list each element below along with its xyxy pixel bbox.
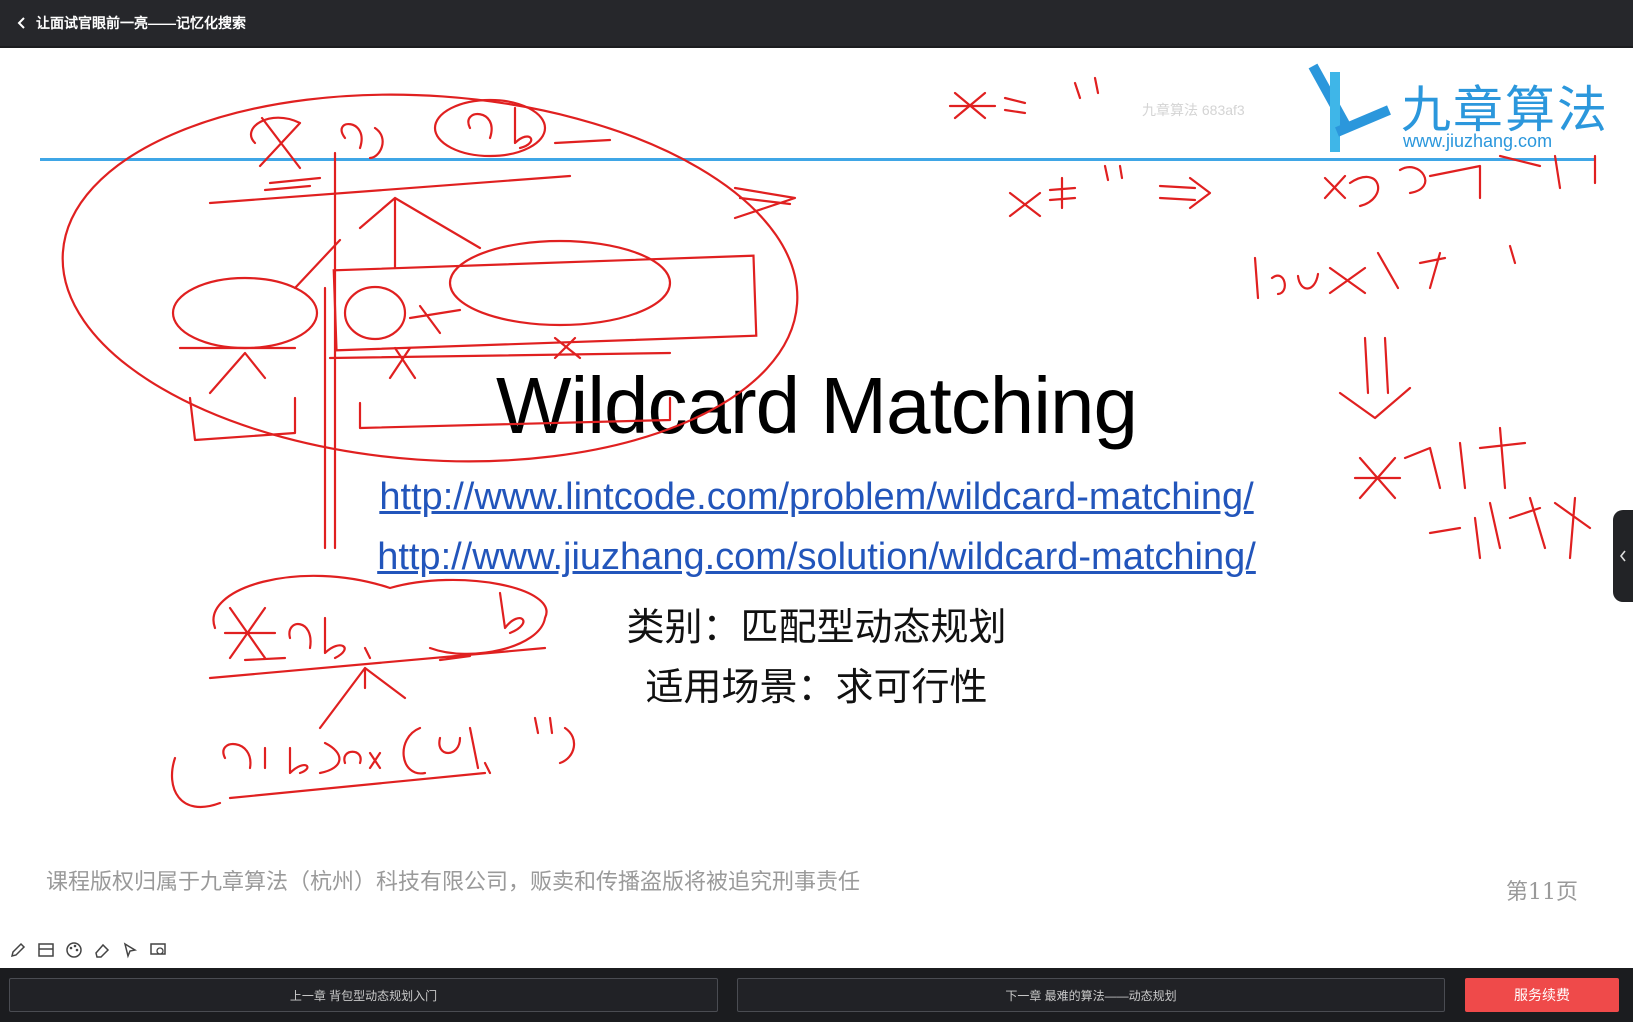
- side-panel-toggle[interactable]: [1613, 510, 1633, 602]
- next-chapter-button[interactable]: 下一章 最难的算法——动态规划: [737, 978, 1445, 1012]
- category-text: 类别：匹配型动态规划: [626, 605, 1007, 649]
- screen-icon: [150, 943, 166, 955]
- watermark: 九章算法 683af3: [1142, 102, 1245, 118]
- renew-service-button[interactable]: 服务续费: [1465, 978, 1619, 1012]
- header-rule: [40, 158, 1595, 161]
- lintcode-link[interactable]: http://www.lintcode.com/problem/wildcard…: [0, 476, 1633, 519]
- title-bar: 让面试官眼前一亮——记忆化搜索: [0, 0, 1633, 46]
- prev-chapter-button[interactable]: 上一章 背包型动态规划入门: [9, 978, 718, 1012]
- jiuzhang-logo: 九章算法 www.jiuzhang.com: [1305, 58, 1607, 154]
- scenario-text: 适用场景：求可行性: [645, 665, 988, 709]
- pointer-tool[interactable]: [120, 940, 140, 960]
- pointer-icon: [123, 942, 138, 959]
- slide-title: Wildcard Matching: [495, 361, 1138, 450]
- jiuzhang-logo-mark: [1308, 63, 1391, 152]
- palette-tool[interactable]: [64, 940, 84, 960]
- jiuzhang-solution-link[interactable]: http://www.jiuzhang.com/solution/wildcar…: [0, 536, 1633, 579]
- drawing-toolbar: [8, 940, 168, 960]
- back-button[interactable]: 让面试官眼前一亮——记忆化搜索: [0, 0, 246, 46]
- eraser-icon: [95, 943, 110, 958]
- chapter-navigation: 上一章 背包型动态规划入门 下一章 最难的算法——动态规划 服务续费: [0, 970, 1633, 1022]
- copyright-notice: 课程版权归属于九章算法（杭州）科技有限公司，贩卖和传播盗版将被追究刑事责任: [46, 870, 861, 895]
- chevron-left-icon: [1619, 550, 1626, 562]
- palette-icon: [66, 942, 82, 958]
- screen-tool[interactable]: [148, 940, 168, 960]
- page-number: 第11页: [1506, 880, 1578, 905]
- slides-icon: [38, 943, 54, 957]
- lesson-title: 让面试官眼前一亮——记忆化搜索: [36, 15, 246, 31]
- chevron-left-icon: [17, 17, 25, 29]
- logo-url: www.jiuzhang.com: [1403, 131, 1553, 151]
- pencil-icon: [10, 942, 26, 958]
- slide-canvas: 九章算法 www.jiuzhang.com 九章算法 683af3 Wildca…: [0, 48, 1633, 968]
- slides-tool[interactable]: [36, 940, 56, 960]
- eraser-tool[interactable]: [92, 940, 112, 960]
- pencil-tool[interactable]: [8, 940, 28, 960]
